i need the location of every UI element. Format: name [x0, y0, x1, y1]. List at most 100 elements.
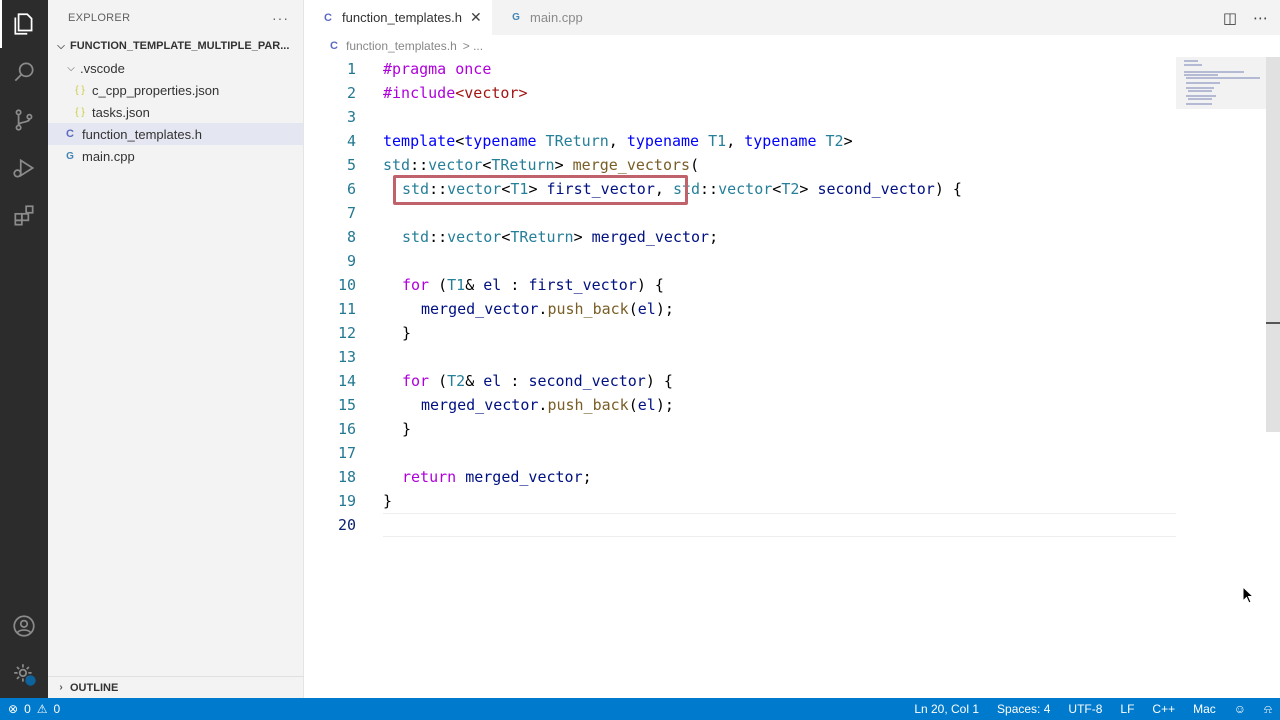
minimap-line	[1186, 82, 1220, 84]
platform-config[interactable]: Mac	[1193, 702, 1216, 716]
code-line: 15 merged_vector.push_back(el);	[304, 393, 1176, 417]
tree-item-vscode-folder[interactable]: ⌵ .vscode	[48, 57, 303, 79]
search-icon[interactable]	[0, 48, 48, 96]
tab-main-cpp[interactable]: G main.cpp	[492, 0, 612, 35]
code-line: 20	[304, 513, 1176, 537]
breadcrumb-file[interactable]: function_templates.h	[346, 39, 457, 53]
workspace-root-label: FUNCTION_TEMPLATE_MULTIPLE_PAR...	[70, 40, 290, 52]
line-number: 18	[337, 468, 356, 486]
json-file-icon: { }	[75, 106, 85, 118]
line-number: 17	[337, 444, 356, 462]
json-file-icon: { }	[75, 84, 85, 96]
language-mode[interactable]: C++	[1152, 702, 1175, 716]
code-line: 1 #pragma once	[304, 57, 1176, 81]
c-file-icon: C	[330, 40, 338, 52]
line-number: 2	[346, 84, 356, 102]
tree-item-label: function_templates.h	[82, 126, 202, 142]
line-number: 20	[337, 516, 356, 534]
code-line: 3	[304, 105, 1176, 129]
tab-function-templates-h[interactable]: C function_templates.h ✕	[304, 0, 492, 35]
explorer-title: EXPLORER	[68, 11, 131, 24]
more-actions-icon[interactable]: ⋯	[1253, 9, 1268, 27]
line-number: 16	[337, 420, 356, 438]
line-number: 9	[346, 252, 356, 270]
tree-item-c-cpp-properties[interactable]: { } c_cpp_properties.json	[48, 79, 303, 101]
feedback-icon[interactable]: ☺	[1234, 702, 1246, 716]
split-editor-icon[interactable]: ◫	[1223, 9, 1237, 27]
explorer-icon[interactable]	[0, 0, 48, 48]
error-icon: ⊗	[8, 702, 19, 716]
end-of-line[interactable]: LF	[1120, 702, 1134, 716]
code-line: 9	[304, 249, 1176, 273]
tree-item-label: c_cpp_properties.json	[92, 82, 220, 98]
minimap-line	[1188, 98, 1212, 100]
minimap-line	[1184, 64, 1202, 66]
code-line: 17	[304, 441, 1176, 465]
code-line: 2 #include<vector>	[304, 81, 1176, 105]
mouse-cursor-icon	[1242, 586, 1255, 604]
tree-item-function-templates-h[interactable]: C function_templates.h	[48, 123, 303, 145]
line-number: 10	[337, 276, 356, 294]
warning-count: 0	[53, 702, 61, 716]
line-number: 3	[346, 108, 356, 126]
code-line: 8 std::vector<TReturn> merged_vector;	[304, 225, 1176, 249]
line-number: 11	[337, 300, 356, 318]
code-line: 16 }	[304, 417, 1176, 441]
indentation[interactable]: Spaces: 4	[997, 702, 1050, 716]
tree-item-label: .vscode	[80, 60, 125, 76]
chevron-down-icon: ⌵	[57, 40, 65, 52]
code-line: 14 for (T2& el : second_vector) {	[304, 369, 1176, 393]
breadcrumb-rest[interactable]: > ...	[463, 39, 483, 53]
line-number: 14	[337, 372, 356, 390]
account-icon[interactable]	[0, 602, 48, 650]
cursor-position[interactable]: Ln 20, Col 1	[914, 702, 979, 716]
editor-tab-bar: C function_templates.h ✕ G main.cpp ◫ ⋯	[304, 0, 1280, 35]
line-number: 4	[346, 132, 356, 150]
tree-item-label: main.cpp	[82, 148, 135, 164]
notifications-bell-icon[interactable]: ⍾	[1264, 702, 1272, 717]
c-file-icon: C	[66, 128, 74, 140]
minimap-line	[1184, 71, 1244, 73]
outline-label: OUTLINE	[70, 681, 119, 694]
code-line: 5 std::vector<TReturn> merge_vectors(	[304, 153, 1176, 177]
minimap[interactable]	[1176, 57, 1266, 109]
vertical-scrollbar[interactable]	[1266, 57, 1280, 432]
minimap-line	[1188, 90, 1212, 92]
problems-indicator[interactable]: ⊗ 0 ⚠ 0	[0, 702, 60, 716]
minimap-line	[1186, 95, 1216, 97]
minimap-line	[1184, 60, 1198, 62]
line-number: 15	[337, 396, 356, 414]
workspace-root[interactable]: ⌵ FUNCTION_TEMPLATE_MULTIPLE_PAR...	[48, 35, 303, 57]
status-right: Ln 20, Col 1 Spaces: 4 UTF-8 LF C++ Mac …	[914, 698, 1272, 720]
line-number: 7	[346, 204, 356, 222]
close-icon[interactable]: ✕	[470, 9, 482, 26]
code-line: 13	[304, 345, 1176, 369]
error-count: 0	[24, 702, 31, 716]
status-bar: ⊗ 0 ⚠ 0 Ln 20, Col 1 Spaces: 4 UTF-8 LF …	[0, 698, 1280, 720]
extensions-icon[interactable]	[0, 192, 48, 240]
line-number: 5	[346, 156, 356, 174]
chevron-down-icon: ⌵	[67, 62, 75, 74]
minimap-line	[1186, 103, 1212, 105]
c-file-icon: C	[324, 11, 332, 24]
scrollbar-cursor-marker	[1266, 322, 1280, 324]
code-line: 11 merged_vector.push_back(el);	[304, 297, 1176, 321]
breadcrumb: C function_templates.h > ...	[304, 35, 1280, 57]
more-actions-icon[interactable]: ···	[272, 10, 289, 26]
chevron-right-icon: ›	[59, 682, 63, 693]
tree-item-label: tasks.json	[92, 104, 150, 120]
warning-icon: ⚠	[36, 702, 48, 716]
tree-item-main-cpp[interactable]: G main.cpp	[48, 145, 303, 167]
explorer-header: EXPLORER ···	[48, 0, 303, 35]
outline-section[interactable]: › OUTLINE	[48, 676, 304, 698]
code-editor[interactable]: 1 #pragma once 2 #include<vector> 3 4 te…	[304, 57, 1280, 698]
code-line: 12 }	[304, 321, 1176, 345]
settings-gear-icon[interactable]	[0, 650, 48, 698]
line-number: 1	[346, 60, 356, 78]
run-debug-icon[interactable]	[0, 144, 48, 192]
file-encoding[interactable]: UTF-8	[1068, 702, 1102, 716]
line-number: 19	[337, 492, 356, 510]
source-control-icon[interactable]	[0, 96, 48, 144]
explorer-sidebar: EXPLORER ··· ⌵ FUNCTION_TEMPLATE_MULTIPL…	[48, 0, 304, 698]
tree-item-tasks-json[interactable]: { } tasks.json	[48, 101, 303, 123]
